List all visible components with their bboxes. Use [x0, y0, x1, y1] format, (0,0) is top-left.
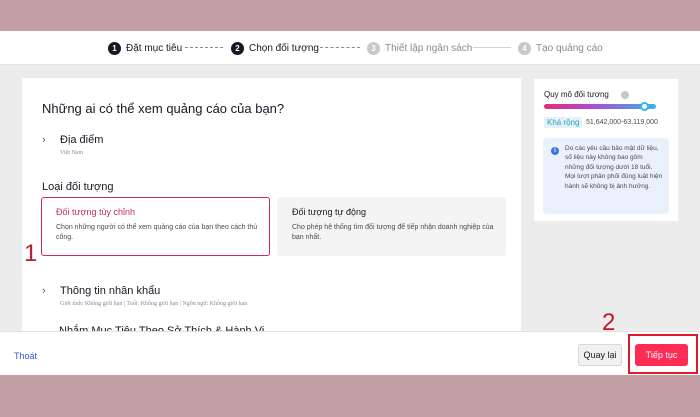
audience-type-label: Loại đối tượng [42, 181, 114, 193]
range-value: 51,642,000-63,119,000 [586, 119, 658, 126]
location-value: Việt Nam [60, 150, 84, 156]
info-icon[interactable] [621, 91, 629, 99]
chevron-right-icon[interactable]: › [42, 134, 46, 146]
step-set-budget[interactable]: 3 Thiết lập ngân sách [367, 40, 472, 56]
info-icon: i [551, 147, 559, 155]
location-title[interactable]: Địa điểm [60, 134, 103, 146]
card-description: Chọn những người có thể xem quảng cáo củ… [56, 224, 258, 242]
annotation-marker-1: 1 [24, 240, 38, 267]
step-set-goal[interactable]: 1 Đặt mục tiêu [108, 40, 182, 56]
step-connector [473, 47, 511, 48]
back-button[interactable]: Quay lại [578, 344, 622, 366]
step-number: 4 [518, 41, 531, 55]
privacy-notice: i Do các yêu cầu bảo mật dữ liệu, số liệ… [543, 138, 669, 214]
gauge-marker [640, 102, 650, 111]
audience-size-panel: Quy mô đối tượng Khá rộng 51,642,000-63,… [534, 79, 678, 221]
notice-text: Do các yêu cầu bảo mật dữ liệu, số liệu … [565, 145, 663, 190]
custom-audience-card[interactable]: Đối tượng tùy chỉnh Chọn những người có … [41, 197, 270, 256]
exit-link[interactable]: Thoát [14, 351, 37, 361]
audience-size-title: Quy mô đối tượng [544, 90, 609, 99]
card-title: Đối tượng tự động [292, 207, 366, 217]
range-badge: Khá rộng [544, 117, 583, 128]
demographics-value: Giới tính: Không giới hạn | Tuổi: Không … [60, 301, 248, 307]
demographics-title[interactable]: Thông tin nhân khẩu [60, 285, 160, 297]
step-choose-audience[interactable]: 2 Chọn đối tượng [231, 40, 319, 56]
step-connector [320, 47, 360, 48]
step-number: 1 [108, 41, 121, 55]
app-window: 1 Đặt mục tiêu 2 Chọn đối tượng 3 Thiết … [0, 31, 700, 375]
card-title: Đối tượng tùy chỉnh [56, 207, 135, 217]
continue-button-highlight [628, 334, 698, 374]
audience-size-gauge [544, 104, 656, 109]
chevron-right-icon[interactable]: › [42, 285, 46, 297]
annotation-marker-2: 2 [602, 309, 616, 336]
auto-audience-card[interactable]: Đối tượng tự động Cho phép hệ thống tìm … [277, 197, 506, 256]
step-number: 2 [231, 41, 244, 55]
card-description: Cho phép hệ thống tìm đối tượng để tiếp … [292, 224, 494, 242]
step-label: Đặt mục tiêu [126, 42, 183, 54]
section-heading: Những ai có thể xem quảng cáo của bạn? [42, 101, 285, 116]
step-label: Thiết lập ngân sách [385, 42, 473, 54]
step-number: 3 [367, 41, 380, 55]
footer-bar: Thoát Quay lại Tiếp tục [0, 331, 700, 375]
step-label: Chọn đối tượng [249, 42, 319, 54]
step-label: Tạo quảng cáo [536, 42, 603, 54]
step-connector [185, 47, 223, 48]
step-create-ad[interactable]: 4 Tạo quảng cáo [518, 40, 603, 56]
progress-stepper: 1 Đặt mục tiêu 2 Chọn đối tượng 3 Thiết … [0, 31, 700, 65]
